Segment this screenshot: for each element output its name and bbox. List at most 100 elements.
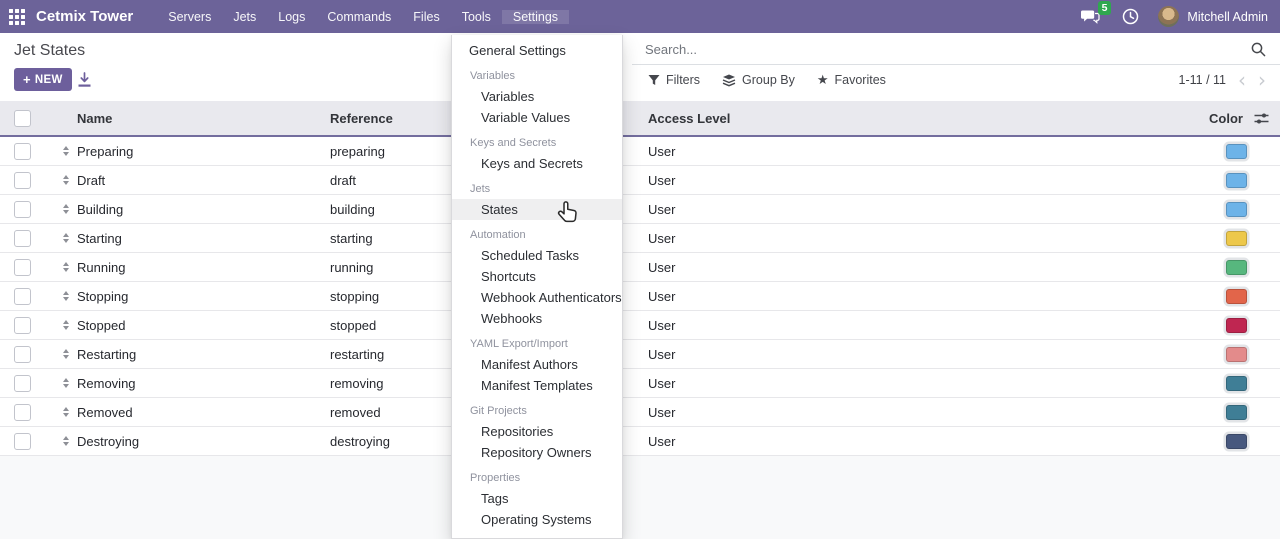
messages-icon[interactable]: 5 xyxy=(1078,5,1102,29)
drag-handle-icon[interactable] xyxy=(63,291,69,301)
row-checkbox[interactable] xyxy=(14,404,31,421)
cell-name: Removed xyxy=(77,405,330,420)
menu-item-variable-values[interactable]: Variable Values xyxy=(452,107,622,128)
row-checkbox[interactable] xyxy=(14,346,31,363)
drag-handle-icon[interactable] xyxy=(63,407,69,417)
drag-handle-icon[interactable] xyxy=(63,436,69,446)
color-swatch[interactable] xyxy=(1226,289,1247,304)
jet-states-list: Name Reference Access Level Color Prepar… xyxy=(0,101,1280,456)
select-all-checkbox[interactable] xyxy=(14,110,31,127)
menu-item-webhook-authenticators[interactable]: Webhook Authenticators xyxy=(452,287,622,308)
menu-item-repositories[interactable]: Repositories xyxy=(452,421,622,442)
column-header-name[interactable]: Name xyxy=(77,111,330,126)
table-header-row: Name Reference Access Level Color xyxy=(0,101,1280,137)
menu-settings[interactable]: Settings xyxy=(502,10,569,24)
menu-tools[interactable]: Tools xyxy=(451,10,502,24)
table-row[interactable]: Stopping stopping User xyxy=(0,282,1280,311)
color-swatch[interactable] xyxy=(1226,376,1247,391)
column-header-color[interactable]: Color xyxy=(1209,111,1243,126)
row-checkbox[interactable] xyxy=(14,230,31,247)
column-header-access-level[interactable]: Access Level xyxy=(648,111,1209,126)
row-checkbox[interactable] xyxy=(14,201,31,218)
cell-name: Running xyxy=(77,260,330,275)
table-row[interactable]: Preparing preparing User xyxy=(0,137,1280,166)
apps-grid-glyph xyxy=(9,9,25,25)
drag-handle-icon[interactable] xyxy=(63,320,69,330)
menu-commands[interactable]: Commands xyxy=(316,10,402,24)
color-swatch[interactable] xyxy=(1226,144,1247,159)
color-swatch[interactable] xyxy=(1226,347,1247,362)
color-swatch[interactable] xyxy=(1226,260,1247,275)
menu-item-variables[interactable]: Variables xyxy=(452,86,622,107)
user-menu[interactable]: Mitchell Admin xyxy=(1158,6,1268,27)
color-swatch[interactable] xyxy=(1226,202,1247,217)
row-checkbox[interactable] xyxy=(14,288,31,305)
table-row[interactable]: Stopped stopped User xyxy=(0,311,1280,340)
page-title: Jet States xyxy=(14,42,85,60)
drag-handle-icon[interactable] xyxy=(63,378,69,388)
table-row[interactable]: Building building User xyxy=(0,195,1280,224)
drag-handle-icon[interactable] xyxy=(63,349,69,359)
row-checkbox[interactable] xyxy=(14,375,31,392)
color-swatch[interactable] xyxy=(1226,405,1247,420)
menu-logs[interactable]: Logs xyxy=(267,10,316,24)
menu-item-manifest-templates[interactable]: Manifest Templates xyxy=(452,375,622,396)
table-row[interactable]: Running running User xyxy=(0,253,1280,282)
menu-item-keys-and-secrets[interactable]: Keys and Secrets xyxy=(452,153,622,174)
drag-handle-icon[interactable] xyxy=(63,262,69,272)
drag-handle-icon[interactable] xyxy=(63,146,69,156)
cell-access-level: User xyxy=(648,289,1226,304)
pager-next-icon[interactable]: › xyxy=(1258,70,1266,90)
content-background xyxy=(0,456,1280,539)
color-swatch[interactable] xyxy=(1226,173,1247,188)
optional-columns-icon[interactable] xyxy=(1253,110,1269,126)
menu-jets[interactable]: Jets xyxy=(222,10,267,24)
filters-button[interactable]: Filters xyxy=(648,73,700,87)
table-row[interactable]: Removing removing User xyxy=(0,369,1280,398)
row-checkbox[interactable] xyxy=(14,172,31,189)
menu-item-manifest-authors[interactable]: Manifest Authors xyxy=(452,354,622,375)
activities-clock-icon[interactable] xyxy=(1118,5,1142,29)
menu-item-scheduled-tasks[interactable]: Scheduled Tasks xyxy=(452,245,622,266)
cell-name: Preparing xyxy=(77,144,330,159)
table-row[interactable]: Removed removed User xyxy=(0,398,1280,427)
group-by-layers-icon xyxy=(722,74,736,87)
menu-item-tags[interactable]: Tags xyxy=(452,488,622,509)
search-bar[interactable]: Search... xyxy=(632,35,1280,65)
favorites-star-icon: ★ xyxy=(817,72,829,88)
color-swatch[interactable] xyxy=(1226,231,1247,246)
group-by-button[interactable]: Group By xyxy=(722,73,795,87)
menu-item-states[interactable]: States xyxy=(452,199,622,220)
menu-item-operating-systems[interactable]: Operating Systems xyxy=(452,509,622,530)
menu-item-general-settings[interactable]: General Settings xyxy=(452,40,622,61)
table-row[interactable]: Draft draft User xyxy=(0,166,1280,195)
table-row[interactable]: Starting starting User xyxy=(0,224,1280,253)
drag-handle-icon[interactable] xyxy=(63,233,69,243)
color-swatch[interactable] xyxy=(1226,434,1247,449)
export-download-icon[interactable] xyxy=(74,70,94,90)
row-checkbox[interactable] xyxy=(14,143,31,160)
row-checkbox[interactable] xyxy=(14,433,31,450)
row-checkbox[interactable] xyxy=(14,317,31,334)
menu-servers[interactable]: Servers xyxy=(157,10,222,24)
filters-label: Filters xyxy=(666,73,700,87)
search-input[interactable]: Search... xyxy=(645,42,1251,57)
apps-grid-icon[interactable] xyxy=(0,0,34,33)
color-swatch[interactable] xyxy=(1226,318,1247,333)
menu-item-repository-owners[interactable]: Repository Owners xyxy=(452,442,622,463)
app-brand[interactable]: Cetmix Tower xyxy=(34,8,143,25)
drag-handle-icon[interactable] xyxy=(63,204,69,214)
favorites-button[interactable]: ★ Favorites xyxy=(817,72,886,88)
table-row[interactable]: Restarting restarting User xyxy=(0,340,1280,369)
menu-files[interactable]: Files xyxy=(402,10,450,24)
drag-handle-icon[interactable] xyxy=(63,175,69,185)
row-checkbox[interactable] xyxy=(14,259,31,276)
table-row[interactable]: Destroying destroying User xyxy=(0,427,1280,456)
cell-access-level: User xyxy=(648,144,1226,159)
avatar xyxy=(1158,6,1179,27)
pager-prev-icon[interactable]: ‹ xyxy=(1238,70,1246,90)
menu-item-webhooks[interactable]: Webhooks xyxy=(452,308,622,329)
menu-item-shortcuts[interactable]: Shortcuts xyxy=(452,266,622,287)
new-button[interactable]: + NEW xyxy=(14,68,72,91)
search-icon[interactable] xyxy=(1251,42,1266,57)
